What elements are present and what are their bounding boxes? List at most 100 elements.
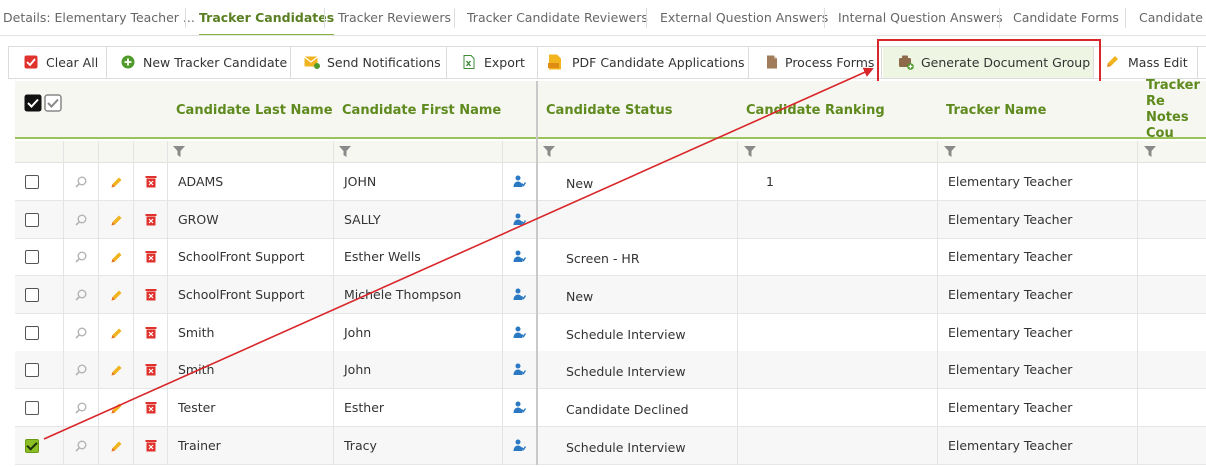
filter-icon[interactable] (1144, 146, 1156, 157)
magnifier-icon[interactable] (75, 364, 87, 376)
magnifier-icon[interactable] (75, 402, 87, 414)
select-visible-icon[interactable] (44, 94, 62, 112)
filter-icon[interactable] (744, 146, 756, 157)
row-select-checkbox[interactable] (25, 363, 39, 377)
tab-candidate-forms[interactable]: Candidate Forms (1013, 0, 1119, 35)
row-select-checkbox[interactable] (25, 439, 39, 453)
cell-first-name: SALLY (344, 212, 381, 227)
magnifier-icon[interactable] (75, 251, 87, 263)
cell-first-name: Michele Thompson (344, 287, 462, 302)
tab-details[interactable]: Details: Elementary Teacher ... (3, 0, 195, 35)
tab-divider (185, 8, 186, 28)
row-select-checkbox[interactable] (25, 213, 39, 227)
cell-tracker-name: Elementary Teacher (948, 249, 1073, 264)
col-header-notes-count[interactable]: Tracker Re Notes Cou (1146, 78, 1206, 141)
process-forms-button[interactable]: Process Forms (765, 47, 880, 78)
person-icon[interactable] (513, 439, 526, 452)
tab-tracker-reviewers[interactable]: Tracker Reviewers (338, 0, 451, 35)
table-row[interactable]: Tester Esther Candidate Declined Elementary… (15, 389, 1206, 427)
magnifier-icon[interactable] (75, 176, 87, 188)
cell-first-name: John (344, 362, 372, 377)
person-icon[interactable] (513, 288, 526, 301)
pencil-icon[interactable] (110, 176, 123, 189)
row-select-checkbox[interactable] (25, 288, 39, 302)
col-header-tracker-name[interactable]: Tracker Name (946, 81, 1046, 139)
delete-icon[interactable] (145, 250, 157, 263)
filter-icon[interactable] (543, 146, 555, 157)
pdf-candidate-applications-button[interactable]: PDF Candidate Applications (547, 47, 745, 78)
col-header-ranking[interactable]: Candidate Ranking (746, 81, 885, 139)
pencil-icon[interactable] (110, 364, 123, 377)
pencil-icon[interactable] (110, 214, 123, 227)
table-row[interactable]: Smith John Schedule Interview Elementary Te… (15, 314, 1206, 352)
active-tab-underline (199, 34, 335, 35)
mass-edit-label: Mass Edit (1128, 55, 1188, 70)
column-divider (63, 141, 64, 465)
select-all-icon[interactable] (24, 94, 42, 112)
clear-checkbox-icon (24, 55, 38, 69)
magnifier-icon[interactable] (75, 327, 87, 339)
new-tracker-candidate-button[interactable]: New Tracker Candidate (121, 47, 291, 78)
person-icon[interactable] (513, 213, 526, 226)
magnifier-icon[interactable] (75, 214, 87, 226)
person-icon[interactable] (513, 363, 526, 376)
delete-icon[interactable] (145, 439, 157, 452)
row-select-checkbox[interactable] (25, 326, 39, 340)
pdf-icon (548, 54, 561, 70)
filter-icon[interactable] (339, 146, 351, 157)
document-icon (767, 55, 777, 69)
tab-tracker-candidates[interactable]: Tracker Candidates (199, 0, 335, 35)
tab-bar: Details: Elementary Teacher ... Tracker … (0, 0, 1206, 36)
cell-first-name: Tracy (344, 438, 377, 453)
delete-icon[interactable] (145, 326, 157, 339)
col-header-last-name[interactable]: Candidate Last Name (176, 81, 333, 139)
cell-first-name: Esther (344, 400, 385, 415)
cell-tracker-name: Elementary Teacher (948, 174, 1073, 189)
cell-tracker-name: Elementary Teacher (948, 400, 1073, 415)
person-icon[interactable] (513, 175, 526, 188)
send-notifications-button[interactable]: Send Notifications (304, 47, 444, 78)
cell-last-name: SchoolFront Support (178, 249, 305, 264)
person-icon[interactable] (513, 326, 526, 339)
col-header-first-name[interactable]: Candidate First Name (342, 81, 501, 139)
filter-icon[interactable] (944, 146, 956, 157)
magnifier-icon[interactable] (75, 289, 87, 301)
cell-tracker-name: Elementary Teacher (948, 325, 1073, 340)
table-row[interactable]: SchoolFront Support Esther Wells Screen - … (15, 238, 1206, 276)
process-forms-label: Process Forms (785, 55, 875, 70)
delete-icon[interactable] (145, 363, 157, 376)
row-select-checkbox[interactable] (25, 250, 39, 264)
row-select-checkbox[interactable] (25, 175, 39, 189)
magnifier-icon[interactable] (75, 440, 87, 452)
tab-label: Tracker Candidates (199, 10, 335, 25)
pencil-icon[interactable] (110, 402, 123, 415)
cell-status: New (566, 289, 594, 304)
tab-internal-question-answers[interactable]: Internal Question Answers (838, 0, 1003, 35)
pencil-icon[interactable] (110, 251, 123, 264)
delete-icon[interactable] (145, 175, 157, 188)
delete-icon[interactable] (145, 213, 157, 226)
mass-edit-button[interactable]: Mass Edit (1105, 47, 1195, 78)
person-icon[interactable] (513, 250, 526, 263)
row-select-checkbox[interactable] (25, 401, 39, 415)
clear-all-button[interactable]: Clear All (24, 47, 114, 78)
tab-divider (999, 8, 1000, 28)
export-button[interactable]: Export (462, 47, 537, 78)
tab-external-question-answers[interactable]: External Question Answers (660, 0, 828, 35)
table-row[interactable]: Trainer Tracy Schedule Interview Elementary… (15, 427, 1206, 465)
delete-icon[interactable] (145, 401, 157, 414)
tab-tracker-candidate-reviewers[interactable]: Tracker Candidate Reviewers (467, 0, 648, 35)
pencil-icon[interactable] (110, 327, 123, 340)
table-row[interactable]: Smith John Schedule Interview Elementary Te… (15, 351, 1206, 389)
tab-candidate-f[interactable]: Candidate F (1139, 0, 1206, 35)
col-header-status[interactable]: Candidate Status (546, 81, 673, 139)
pencil-icon[interactable] (110, 289, 123, 302)
pencil-icon[interactable] (110, 440, 123, 453)
filter-icon[interactable] (173, 146, 185, 157)
person-icon[interactable] (513, 401, 526, 414)
delete-icon[interactable] (145, 288, 157, 301)
table-row[interactable]: ADAMS JOHN New 1 Elementary Teacher (15, 163, 1206, 201)
table-row[interactable]: GROW SALLY Elementary Teacher (15, 201, 1206, 239)
table-row[interactable]: SchoolFront Support Michele Thompson New El… (15, 276, 1206, 314)
cell-status: Schedule Interview (566, 364, 686, 379)
